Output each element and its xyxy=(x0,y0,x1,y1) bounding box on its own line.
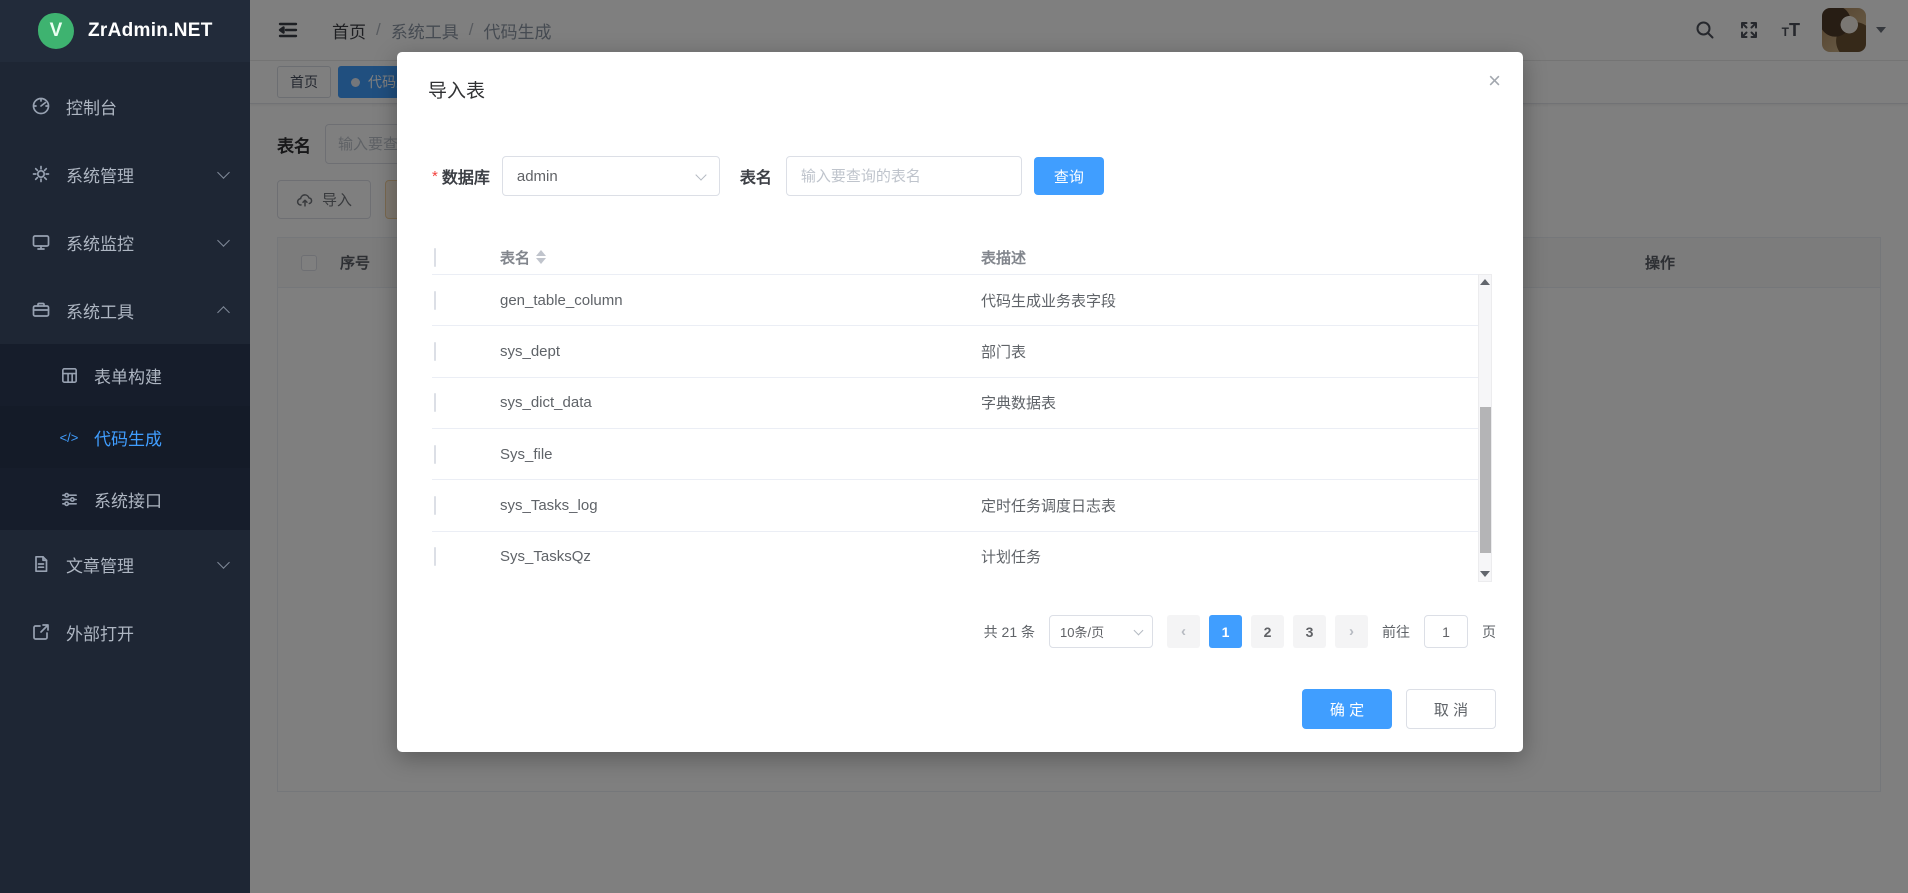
scrollbar-thumb[interactable] xyxy=(1480,407,1491,553)
sidebar-item-dashboard[interactable]: 控制台 xyxy=(0,72,250,140)
sidebar-item-external-open[interactable]: 外部打开 xyxy=(0,598,250,666)
table-row[interactable]: sys_Tasks_log 定时任务调度日志表 xyxy=(432,480,1478,531)
dialog-footer: 确 定 取 消 xyxy=(1302,689,1496,729)
table-cell-name: sys_dict_data xyxy=(500,394,981,411)
table-cell-name: sys_Tasks_log xyxy=(500,497,981,514)
sidebar-item-label: 代码生成 xyxy=(94,425,162,450)
table-name-label: 表名 xyxy=(740,164,772,188)
sidebar-item-label: 系统接口 xyxy=(94,487,162,512)
goto-suffix: 页 xyxy=(1482,622,1496,642)
row-checkbox[interactable] xyxy=(434,445,436,464)
sidebar-submenu-tools: 表单构建 </> 代码生成 系统接口 xyxy=(0,344,250,530)
document-icon xyxy=(30,553,52,575)
name-column-header: 表名 xyxy=(500,247,530,268)
table-cell-description: 定时任务调度日志表 xyxy=(981,495,1478,516)
close-icon[interactable]: × xyxy=(1488,70,1501,92)
gear-icon xyxy=(30,163,52,185)
row-checkbox[interactable] xyxy=(434,496,436,515)
table-row[interactable]: sys_dict_data 字典数据表 xyxy=(432,378,1478,429)
chevron-down-icon xyxy=(1134,626,1144,636)
page-size-select[interactable]: 10条/页 xyxy=(1049,615,1153,648)
table-row[interactable]: gen_table_column 代码生成业务表字段 xyxy=(432,275,1478,326)
table-cell-name: sys_dept xyxy=(500,343,981,360)
confirm-button[interactable]: 确 定 xyxy=(1302,689,1392,729)
import-table-dialog: 导入表 × * 数据库 admin 表名 查询 表名 表描述 gen_table… xyxy=(397,52,1523,752)
chevron-down-icon xyxy=(217,166,230,179)
next-page-button[interactable]: › xyxy=(1335,615,1368,648)
table-cell-description: 部门表 xyxy=(981,341,1478,362)
scrollbar[interactable] xyxy=(1478,274,1492,582)
sidebar-item-system-api[interactable]: 系统接口 xyxy=(0,468,250,530)
sidebar-item-article-manage[interactable]: 文章管理 xyxy=(0,530,250,598)
dialog-filter-form: * 数据库 admin 表名 查询 xyxy=(432,156,1104,196)
table-cell-description: 计划任务 xyxy=(981,546,1478,567)
database-select-value: admin xyxy=(517,168,558,185)
sliders-icon xyxy=(58,488,80,510)
sidebar-item-label: 系统管理 xyxy=(66,162,219,187)
brand-logo-icon: V xyxy=(38,13,74,49)
sidebar-item-code-generation[interactable]: </> 代码生成 xyxy=(0,406,250,468)
row-checkbox[interactable] xyxy=(434,342,436,361)
search-button[interactable]: 查询 xyxy=(1034,157,1104,195)
table-cell-description: 字典数据表 xyxy=(981,392,1478,413)
table-cell-name: gen_table_column xyxy=(500,292,981,309)
page-size-value: 10条/页 xyxy=(1060,622,1104,641)
sidebar-item-form-builder[interactable]: 表单构建 xyxy=(0,344,250,406)
description-column-header: 表描述 xyxy=(981,247,1492,268)
table-cell-name: Sys_file xyxy=(500,446,981,463)
chevron-down-icon xyxy=(217,234,230,247)
table-scroll-body[interactable]: gen_table_column 代码生成业务表字段 sys_dept 部门表 … xyxy=(432,274,1478,582)
sidebar-item-label: 控制台 xyxy=(66,94,228,119)
sidebar-item-label: 系统监控 xyxy=(66,230,219,255)
goto-page-input[interactable] xyxy=(1424,615,1468,648)
sidebar-item-label: 系统工具 xyxy=(66,298,219,323)
chevron-down-icon xyxy=(695,169,706,180)
pagination-total: 共 21 条 xyxy=(984,622,1035,642)
database-label: 数据库 xyxy=(442,164,490,188)
form-grid-icon xyxy=(58,364,80,386)
sidebar-item-system-monitor[interactable]: 系统监控 xyxy=(0,208,250,276)
table-row[interactable]: sys_dept 部门表 xyxy=(432,326,1478,377)
dashboard-icon xyxy=(30,95,52,117)
prev-page-button[interactable]: ‹ xyxy=(1167,615,1200,648)
external-link-icon xyxy=(30,621,52,643)
dialog-title: 导入表 xyxy=(428,76,485,103)
row-checkbox[interactable] xyxy=(434,547,436,566)
table-name-input[interactable] xyxy=(786,156,1022,196)
database-select[interactable]: admin xyxy=(502,156,720,196)
sidebar: V ZrAdmin.NET 控制台 系统管理 系统监控 xyxy=(0,0,250,893)
sidebar-item-system-manage[interactable]: 系统管理 xyxy=(0,140,250,208)
brand[interactable]: V ZrAdmin.NET xyxy=(0,0,250,62)
chevron-up-icon xyxy=(217,306,230,319)
sidebar-item-label: 文章管理 xyxy=(66,552,219,577)
row-checkbox[interactable] xyxy=(434,291,436,310)
dialog-table: 表名 表描述 gen_table_column 代码生成业务表字段 sys_de… xyxy=(432,240,1492,582)
select-all-checkbox[interactable] xyxy=(434,248,436,267)
scroll-down-icon[interactable] xyxy=(1480,571,1490,577)
sidebar-item-label: 外部打开 xyxy=(66,620,228,645)
page-button-1[interactable]: 1 xyxy=(1209,615,1242,648)
dialog-pagination: 共 21 条 10条/页 ‹ 1 2 3 › 前往 页 xyxy=(984,615,1496,648)
sidebar-item-label: 表单构建 xyxy=(94,363,162,388)
sidebar-item-system-tools[interactable]: 系统工具 xyxy=(0,276,250,344)
cancel-button[interactable]: 取 消 xyxy=(1406,689,1496,729)
page-button-3[interactable]: 3 xyxy=(1293,615,1326,648)
brand-name: ZrAdmin.NET xyxy=(88,20,213,42)
page-button-2[interactable]: 2 xyxy=(1251,615,1284,648)
table-cell-name: Sys_TasksQz xyxy=(500,548,981,565)
scroll-up-icon[interactable] xyxy=(1480,279,1490,285)
chevron-down-icon xyxy=(217,556,230,569)
code-icon: </> xyxy=(58,426,80,448)
required-asterisk: * xyxy=(432,168,438,185)
sort-icon[interactable] xyxy=(536,250,546,264)
table-row[interactable]: Sys_TasksQz 计划任务 xyxy=(432,532,1478,582)
table-cell-description: 代码生成业务表字段 xyxy=(981,290,1478,311)
monitor-icon xyxy=(30,231,52,253)
row-checkbox[interactable] xyxy=(434,393,436,412)
goto-label: 前往 xyxy=(1382,622,1410,642)
toolbox-icon xyxy=(30,299,52,321)
table-row[interactable]: Sys_file xyxy=(432,429,1478,480)
